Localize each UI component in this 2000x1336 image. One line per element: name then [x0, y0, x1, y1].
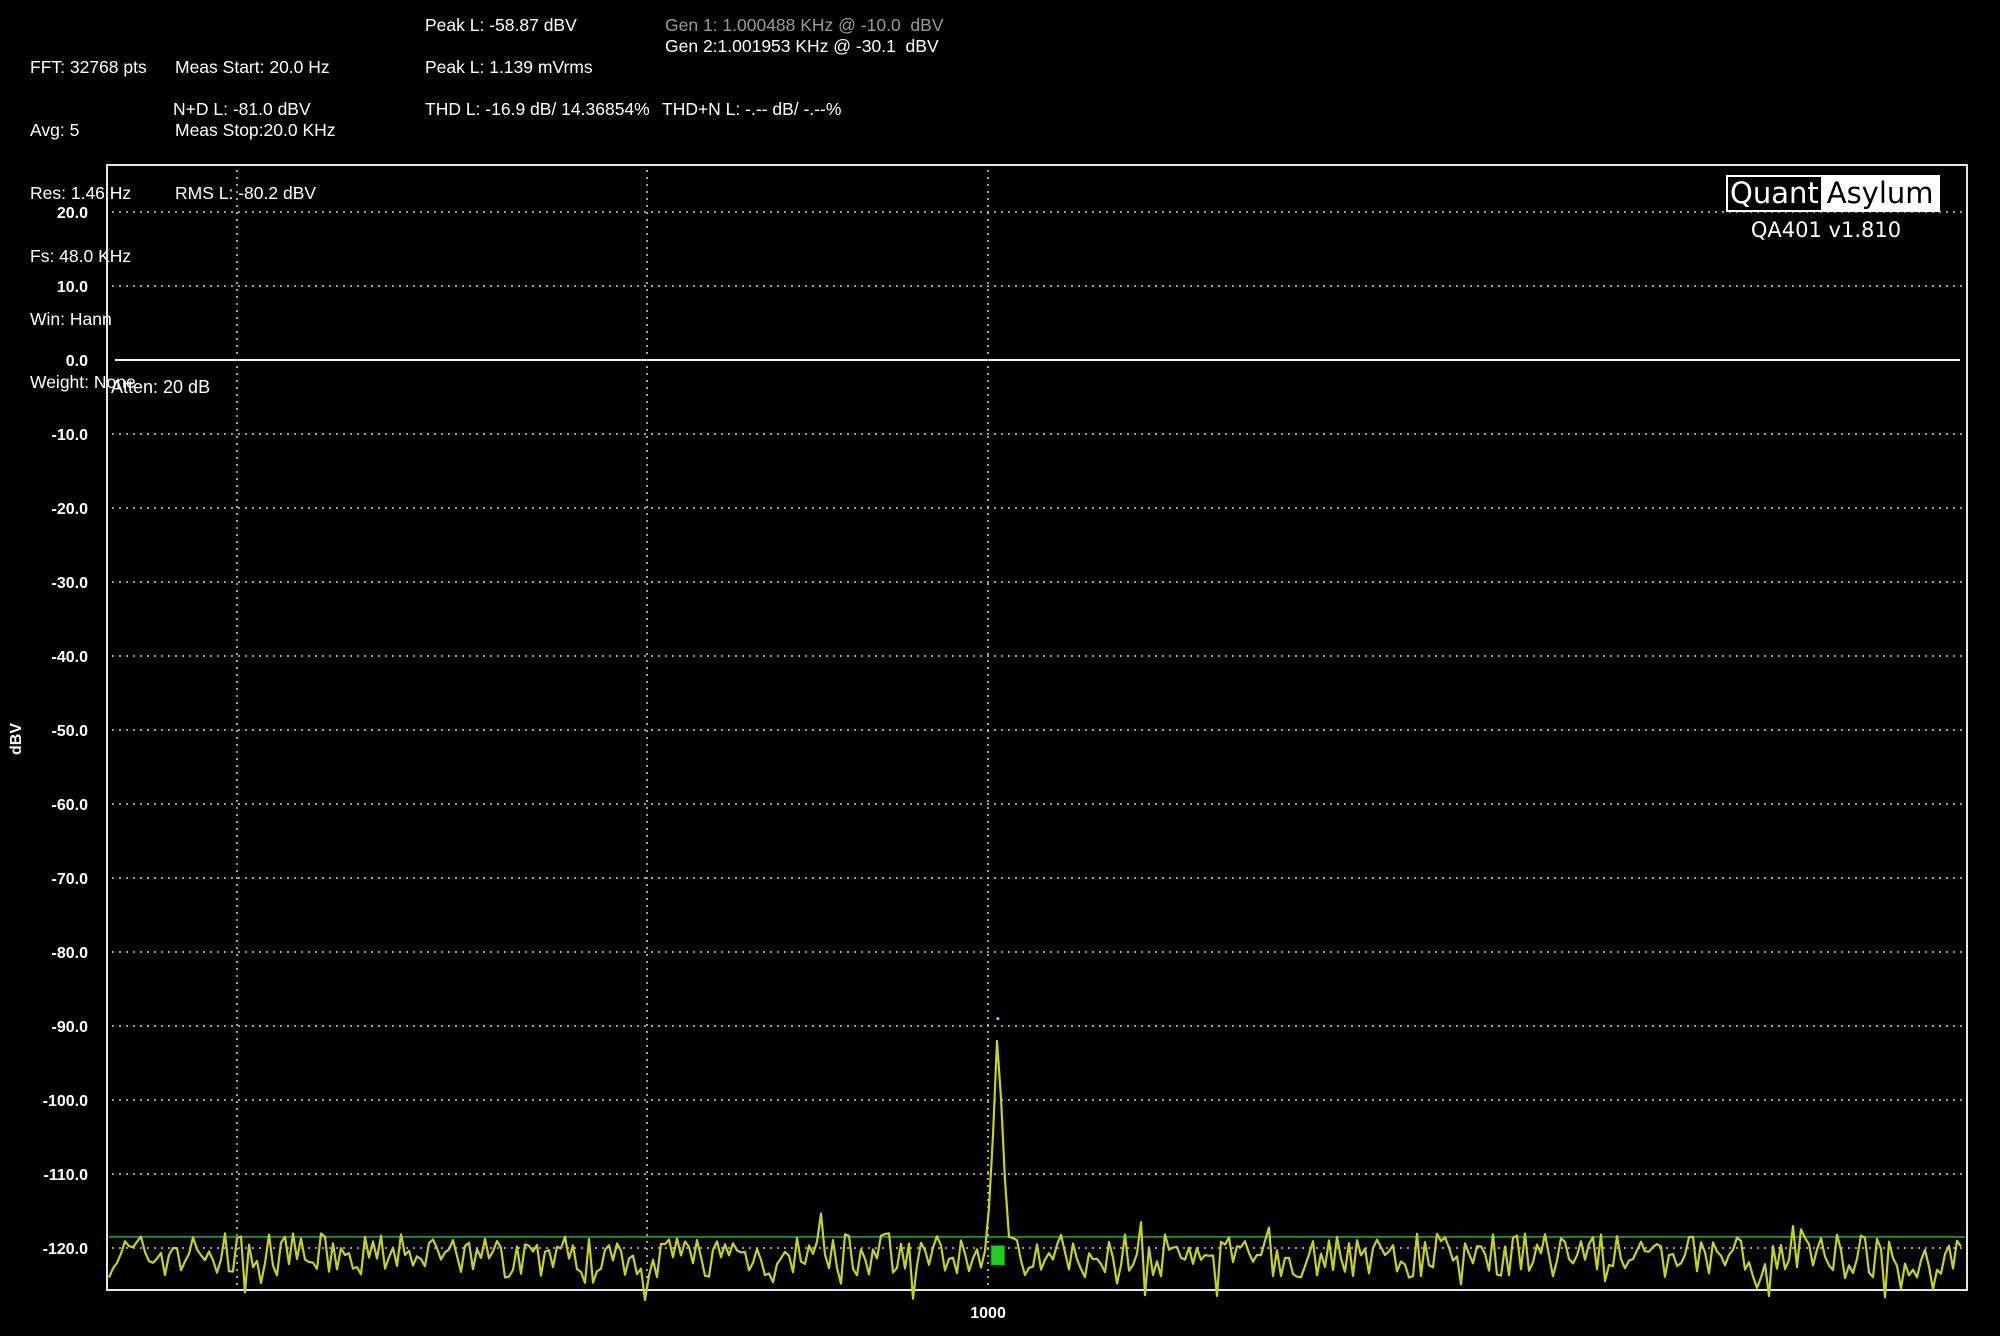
grid: [112, 170, 1962, 1285]
y-tick-label: 10.0: [57, 279, 88, 296]
peak-marker: [990, 1244, 1006, 1266]
plot-frame: [106, 164, 1968, 1291]
quantasylum-logo: Quant Asylum: [1726, 175, 1940, 212]
y-axis-label: dBV: [8, 723, 25, 755]
y-tick-label: -60.0: [52, 797, 89, 814]
y-tick-label: -40.0: [52, 649, 89, 666]
y-tick-label: 0.0: [66, 353, 88, 370]
y-tick-label: -10.0: [52, 427, 89, 444]
attenuation-label: Atten: 20 dB: [111, 377, 211, 397]
y-tick-label: -50.0: [52, 723, 89, 740]
y-tick-label: -110.0: [44, 1167, 89, 1184]
spectrum-trace: [107, 1039, 1962, 1302]
y-tick-label: -90.0: [52, 1019, 89, 1036]
y-tick-label: -120.0: [43, 1241, 88, 1258]
y-tick-label: -20.0: [52, 501, 89, 518]
x-tick-label: 1000: [970, 1305, 1006, 1322]
y-tick-label: 20.0: [57, 205, 88, 222]
version-label: QA401 v1.810: [1750, 218, 1902, 242]
peak-point: [996, 1017, 1000, 1021]
y-tick-labels: 20.0 10.0 0.0 -10.0 -20.0 -30.0 -40.0 -50.0 -60.…: [43, 205, 88, 1258]
y-tick-label: -30.0: [52, 575, 89, 592]
spectrum-chart: 20.0 10.0 0.0 -10.0 -20.0 -30.0 -40.0 -50.0 -60.…: [43, 164, 1968, 1322]
x-tick-labels: 1000: [970, 1305, 1006, 1322]
y-tick-label: -80.0: [52, 945, 89, 962]
logo-asylum: Asylum: [1822, 175, 1940, 212]
y-tick-label: -70.0: [52, 871, 89, 888]
y-tick-label: -100.0: [43, 1093, 88, 1110]
trace-layer: [107, 1017, 1965, 1302]
logo-quant: Quant: [1726, 175, 1823, 212]
